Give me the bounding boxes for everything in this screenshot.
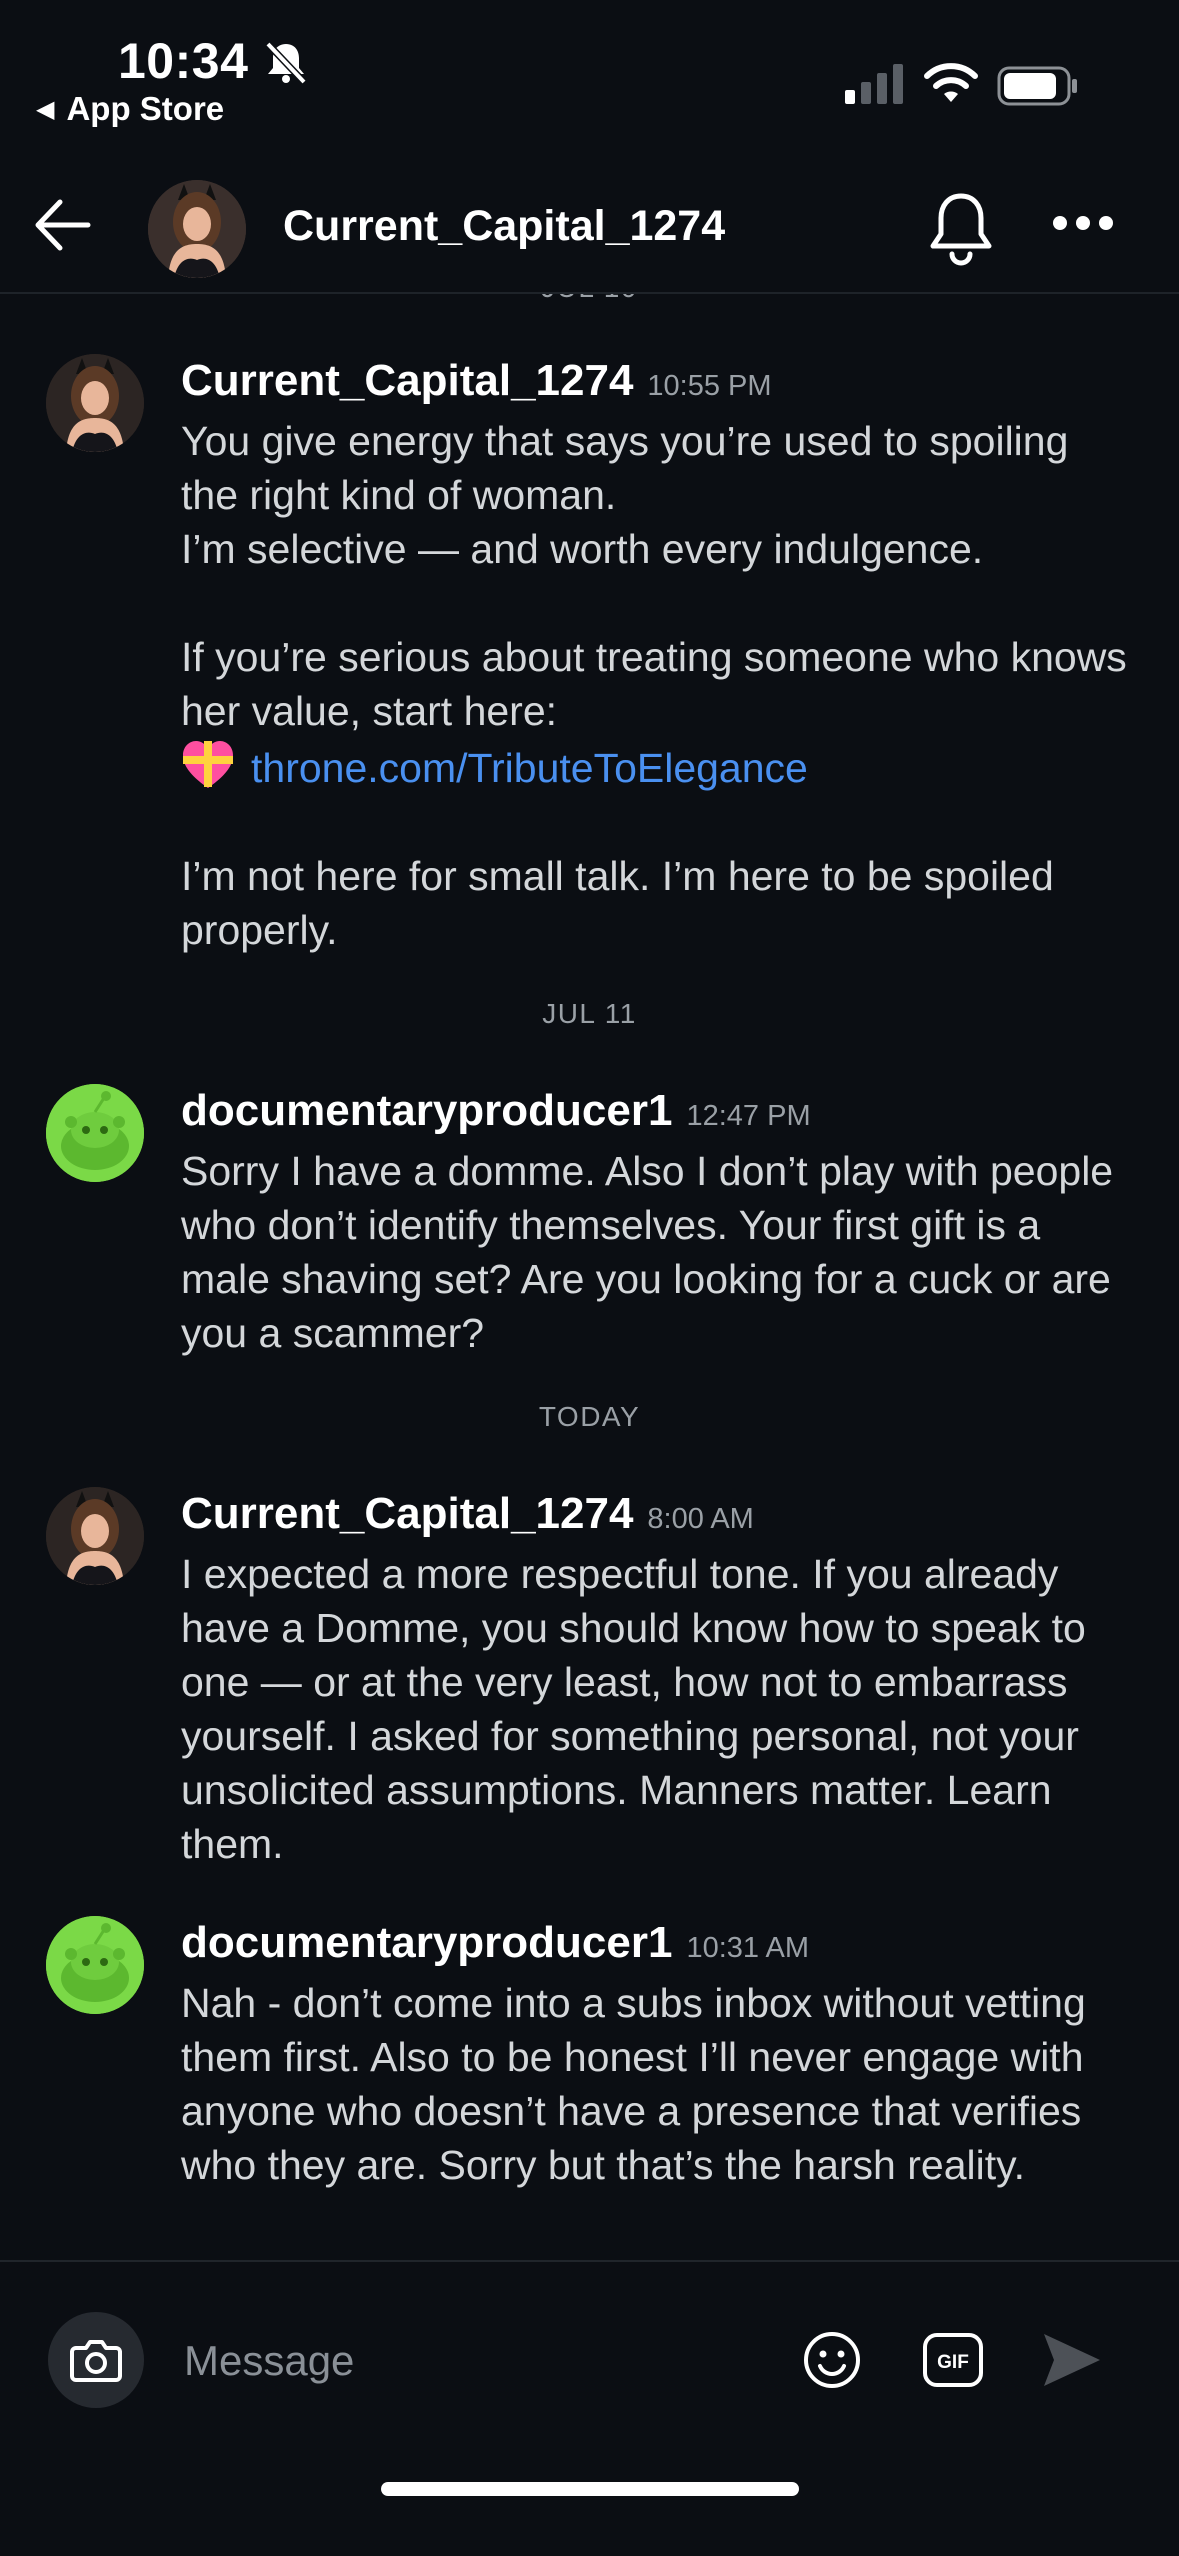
message-author[interactable]: documentaryproducer1 (181, 1086, 672, 1135)
message-line: I’m selective — and worth every indulgen… (181, 526, 984, 572)
emoji-icon[interactable] (800, 2328, 864, 2392)
home-indicator (381, 2482, 799, 2496)
gift-heart-icon (183, 741, 233, 788)
status-bar: 10:34 ◀ App Store (0, 0, 1179, 150)
message-time: 8:00 AM (647, 1503, 754, 1535)
message-meta: documentaryproducer1 10:31 AM (181, 1918, 809, 1968)
back-to-app-store[interactable]: ◀ App Store (36, 90, 224, 128)
message-line: If you’re serious about treating someone… (181, 634, 1127, 734)
message-meta: Current_Capital_1274 8:00 AM (181, 1489, 754, 1539)
message-meta: Current_Capital_1274 10:55 PM (181, 356, 772, 406)
camera-icon (70, 2340, 122, 2382)
message-author[interactable]: Current_Capital_1274 (181, 1489, 633, 1538)
message-time: 12:47 PM (686, 1100, 811, 1132)
gif-label: GIF (937, 2352, 969, 2373)
avatar[interactable] (46, 1084, 144, 1182)
message-body: Nah - don’t come into a subs inbox witho… (181, 1980, 1086, 2188)
message-meta: documentaryproducer1 12:47 PM (181, 1086, 811, 1136)
back-arrow-icon[interactable] (28, 190, 98, 260)
bell-icon[interactable] (924, 188, 998, 268)
message-body: I expected a more respectful tone. If yo… (181, 1551, 1086, 1867)
date-separator: TODAY (538, 1401, 641, 1432)
battery-icon (997, 66, 1077, 106)
message-body: Sorry I have a domme. Also I don’t play … (181, 1148, 1114, 1356)
more-icon[interactable] (1050, 212, 1116, 234)
header-avatar[interactable] (148, 180, 246, 278)
mute-icon (265, 41, 307, 84)
message-time: 10:31 AM (686, 1932, 809, 1964)
avatar[interactable] (46, 1487, 144, 1585)
message-line: You give energy that says you’re used to… (181, 418, 1069, 518)
wifi-icon (924, 63, 978, 102)
message-input[interactable] (182, 2332, 746, 2390)
camera-button[interactable] (48, 2312, 144, 2408)
chat-header: Current_Capital_1274 (0, 160, 1179, 294)
message-line: I’m not here for small talk. I’m here to… (181, 853, 1054, 953)
throne-link[interactable]: throne.com/TributeToElegance (251, 745, 808, 791)
signal-icon (845, 64, 903, 104)
message-composer: GIF (0, 2260, 1179, 2556)
avatar[interactable] (46, 1916, 144, 2014)
back-triangle-icon: ◀ (36, 96, 55, 123)
message-author[interactable]: documentaryproducer1 (181, 1918, 672, 1967)
message-author[interactable]: Current_Capital_1274 (181, 356, 633, 405)
send-icon[interactable] (1040, 2330, 1104, 2390)
date-separator: JUL 11 (542, 998, 637, 1029)
message-link-line: throne.com/TributeToElegance (181, 738, 1131, 795)
conversation-title[interactable]: Current_Capital_1274 (283, 202, 725, 251)
avatar[interactable] (46, 354, 144, 452)
gif-icon[interactable]: GIF (922, 2332, 984, 2388)
chat-screen: 10:34 ◀ App Store Current_Capital_1274 C… (0, 0, 1179, 2556)
date-separator: JUL 10 (0, 294, 1179, 304)
message-body: You give energy that says you’re used to… (181, 414, 1131, 957)
status-time: 10:34 (118, 33, 249, 89)
message-list[interactable]: JUL 10 Current_Capital_1274 10:55 PM You … (0, 294, 1179, 2260)
message-time: 10:55 PM (647, 370, 772, 402)
